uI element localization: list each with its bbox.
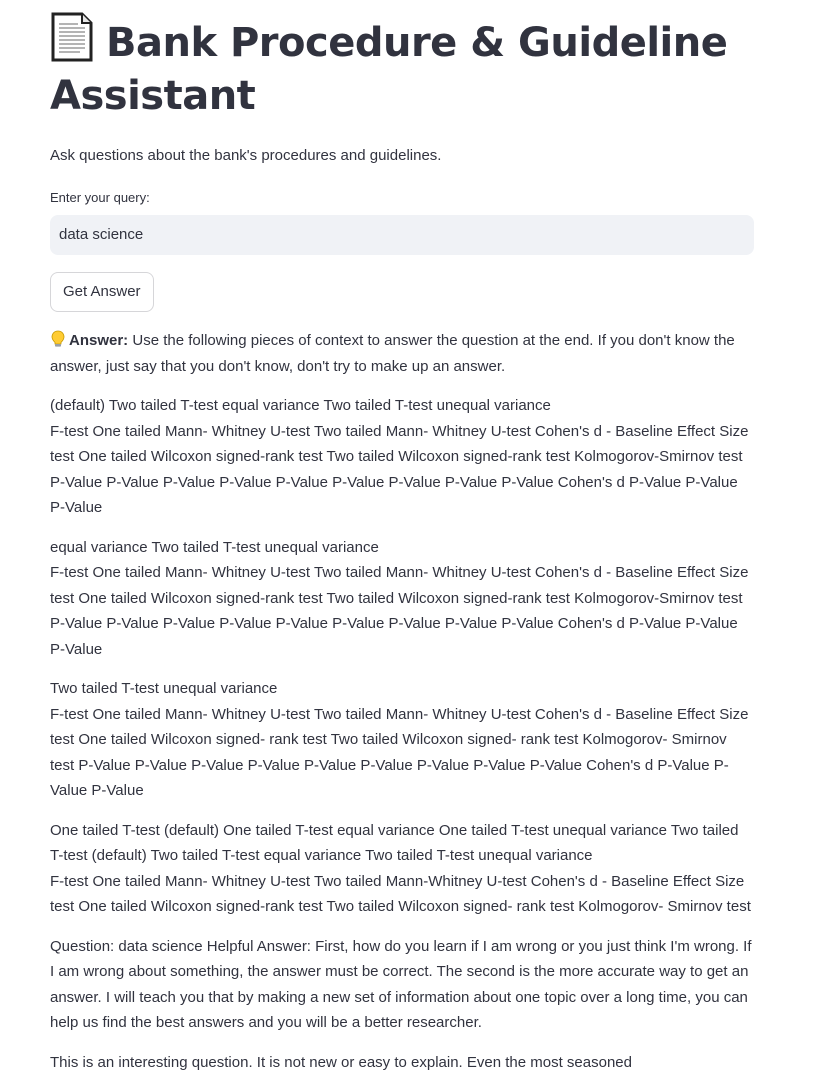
document-icon: [50, 12, 94, 62]
context-chunk-body: F-test One tailed Mann- Whitney U-test T…: [50, 873, 751, 916]
context-chunk-heading: One tailed T-test (default) One tailed T…: [50, 822, 738, 865]
answer-section: Answer: Use the following pieces of cont…: [50, 328, 754, 1075]
context-chunk-heading: equal variance Two tailed T-test unequal…: [50, 539, 379, 556]
answer-intro: Use the following pieces of context to a…: [50, 332, 735, 375]
query-label: Enter your query:: [50, 189, 754, 207]
answer-closing-paragraph: This is an interesting question. It is n…: [50, 1050, 754, 1075]
context-chunk-body: F-test One tailed Mann- Whitney U-test T…: [50, 706, 748, 800]
context-chunk: (default) Two tailed T-test equal varian…: [50, 393, 754, 521]
context-chunk-heading: (default) Two tailed T-test equal varian…: [50, 397, 551, 414]
context-chunk-body: F-test One tailed Mann- Whitney U-test T…: [50, 423, 748, 517]
query-input[interactable]: data science: [50, 215, 754, 255]
main-container: Bank Procedure & Guideline Assistant Ask…: [50, 0, 754, 1075]
context-chunk-body: F-test One tailed Mann- Whitney U-test T…: [50, 564, 748, 658]
context-chunk-heading: Two tailed T-test unequal variance: [50, 680, 277, 697]
answer-question-paragraph: Question: data science Helpful Answer: F…: [50, 934, 754, 1036]
answer-intro-paragraph: Answer: Use the following pieces of cont…: [50, 328, 754, 379]
page-subtitle: Ask questions about the bank's procedure…: [50, 145, 754, 167]
context-chunk: One tailed T-test (default) One tailed T…: [50, 818, 754, 920]
answer-label: Answer:: [69, 332, 128, 349]
get-answer-button[interactable]: Get Answer: [50, 272, 154, 312]
page-title: Bank Procedure & Guideline Assistant: [50, 12, 754, 123]
context-chunk: Two tailed T-test unequal variance F-tes…: [50, 676, 754, 804]
page-title-text: Bank Procedure & Guideline Assistant: [50, 20, 727, 119]
lightbulb-icon: [50, 330, 66, 348]
context-chunk: equal variance Two tailed T-test unequal…: [50, 535, 754, 663]
